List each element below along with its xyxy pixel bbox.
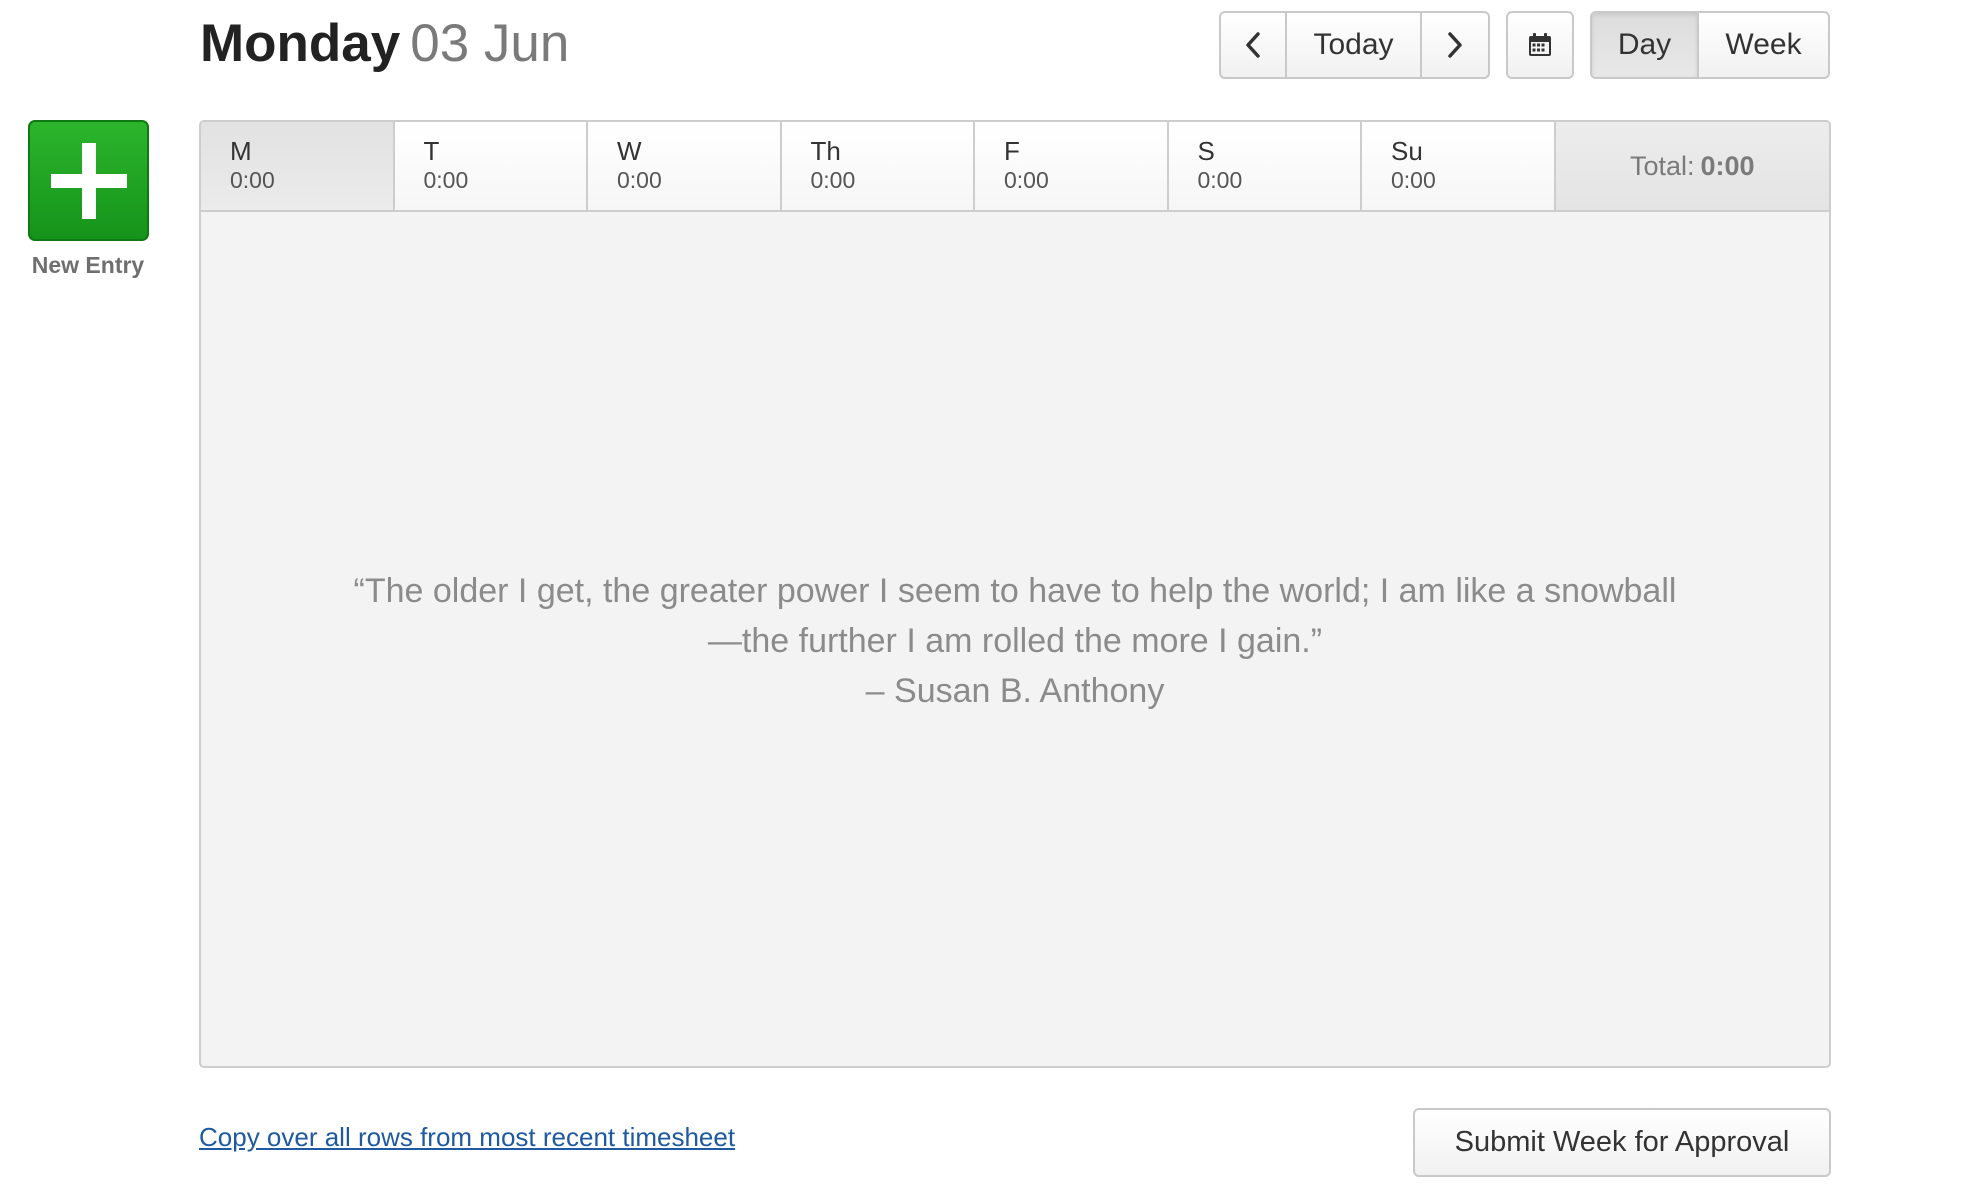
day-label: M <box>230 136 252 166</box>
day-hours: 0:00 <box>1004 167 1049 193</box>
copy-rows-link[interactable]: Copy over all rows from most recent time… <box>199 1122 735 1153</box>
previous-day-button[interactable] <box>1221 13 1287 77</box>
day-label: W <box>617 136 642 166</box>
day-hours: 0:00 <box>810 167 856 193</box>
today-button[interactable]: Today <box>1287 13 1422 77</box>
day-label: F <box>1004 136 1020 166</box>
quote-author: – Susan B. Anthony <box>865 672 1165 710</box>
day-hours: 0:00 <box>230 167 275 193</box>
day-tab-friday[interactable]: F 0:00 <box>975 122 1169 210</box>
date-label: 03 Jun <box>410 14 570 73</box>
total-value: 0:00 <box>1700 150 1755 181</box>
total-label: Total: <box>1629 150 1695 181</box>
day-label: Su <box>1391 136 1423 166</box>
day-hours: 0:00 <box>423 167 469 193</box>
quote-line: —the further I am rolled the more I gain… <box>707 622 1323 660</box>
day-tab-wednesday[interactable]: W 0:00 <box>588 122 782 210</box>
day-hours: 0:00 <box>1391 167 1436 193</box>
week-day-bar: M 0:00 T 0:00 W 0:00 Th 0:00 F 0:00 S 0:… <box>201 122 1829 212</box>
day-label: S <box>1197 136 1215 166</box>
empty-state-quote: “The older I get, the greater power I se… <box>201 566 1829 716</box>
day-hours: 0:00 <box>1197 167 1243 193</box>
page-title: Monday 03 Jun <box>200 12 569 76</box>
submit-week-button[interactable]: Submit Week for Approval <box>1413 1108 1831 1177</box>
day-view-button[interactable]: Day <box>1592 13 1699 77</box>
day-tab-tuesday[interactable]: T 0:00 <box>395 122 588 210</box>
day-tab-sunday[interactable]: Su 0:00 <box>1362 122 1556 210</box>
calendar-icon <box>1529 33 1551 56</box>
chevron-left-icon <box>1246 32 1260 58</box>
timesheet-panel: M 0:00 T 0:00 W 0:00 Th 0:00 F 0:00 S 0:… <box>199 120 1831 1068</box>
next-day-button[interactable] <box>1422 13 1488 77</box>
day-label: Th <box>810 136 841 166</box>
day-hours: 0:00 <box>617 167 662 193</box>
weekday-label: Monday <box>200 14 401 73</box>
plus-icon <box>50 142 127 219</box>
day-tab-thursday[interactable]: Th 0:00 <box>782 122 975 210</box>
day-tab-monday[interactable]: M 0:00 <box>201 122 395 210</box>
calendar-picker <box>1506 11 1574 79</box>
quote-line: “The older I get, the greater power I se… <box>353 572 1677 610</box>
day-tab-saturday[interactable]: S 0:00 <box>1169 122 1362 210</box>
week-view-button[interactable]: Week <box>1699 13 1828 77</box>
day-label: T <box>423 136 440 166</box>
calendar-button[interactable] <box>1508 13 1572 77</box>
week-total: Total: 0:00 <box>1555 122 1829 210</box>
date-navigation: Today <box>1219 11 1490 79</box>
chevron-right-icon <box>1448 32 1462 58</box>
new-entry-label: New Entry <box>31 252 145 278</box>
new-entry-button[interactable] <box>28 120 149 241</box>
view-toggle: Day Week <box>1590 11 1830 79</box>
